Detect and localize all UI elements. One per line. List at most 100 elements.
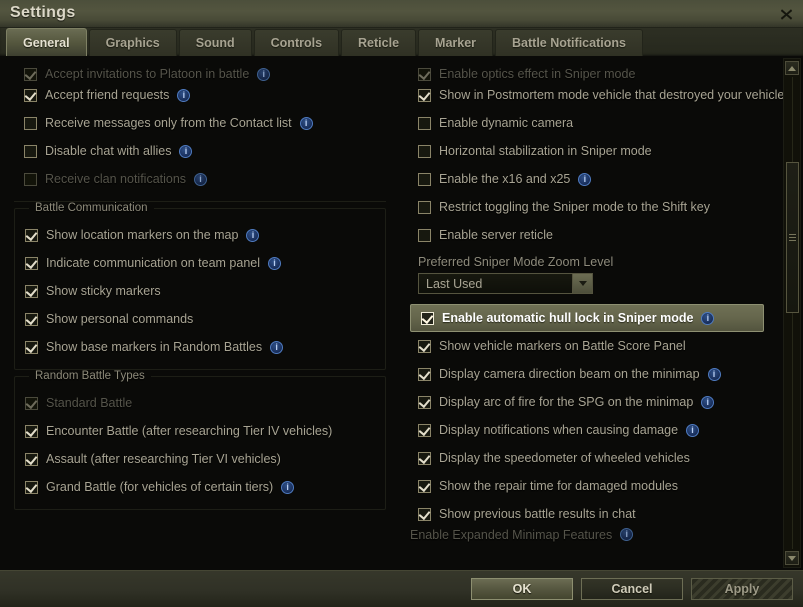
option-indicate-communication-team-panel[interactable]: Indicate communication on team panel i	[15, 249, 385, 277]
option-show-previous-battle-results[interactable]: Show previous battle results in chat	[408, 500, 772, 528]
checkbox[interactable]	[418, 479, 431, 493]
info-icon[interactable]: i	[268, 256, 282, 270]
option-label: Enable Expanded Minimap Features	[410, 528, 613, 542]
checkbox[interactable]	[25, 312, 38, 326]
group-title: Random Battle Types	[29, 370, 151, 382]
option-show-vehicle-markers-score-panel[interactable]: Show vehicle markers on Battle Score Pan…	[408, 332, 772, 360]
chevron-down-icon[interactable]	[572, 274, 592, 293]
option-label: Show in Postmortem mode vehicle that des…	[439, 88, 785, 102]
checkbox[interactable]	[25, 228, 38, 242]
checkbox[interactable]	[25, 424, 38, 438]
checkbox[interactable]	[25, 284, 38, 298]
option-show-sticky-markers[interactable]: Show sticky markers	[15, 277, 385, 305]
close-icon[interactable]	[773, 2, 799, 26]
info-icon[interactable]: i	[620, 528, 634, 541]
checkbox[interactable]	[25, 256, 38, 270]
option-label: Show previous battle results in chat	[439, 507, 636, 521]
ok-button[interactable]: OK	[471, 578, 573, 600]
option-display-damage-notifications[interactable]: Display notifications when causing damag…	[408, 416, 772, 444]
option-standard-battle: Standard Battle	[15, 389, 385, 417]
checkbox	[24, 172, 37, 186]
cancel-button[interactable]: Cancel	[581, 578, 683, 600]
checkbox[interactable]	[25, 452, 38, 466]
checkbox[interactable]	[421, 311, 434, 325]
tab-reticle[interactable]: Reticle	[341, 29, 417, 56]
checkbox[interactable]	[418, 144, 431, 158]
option-accept-friend-requests[interactable]: Accept friend requests i	[14, 81, 386, 109]
info-icon[interactable]: i	[246, 228, 260, 242]
scrollbar-thumb[interactable]	[785, 161, 799, 313]
info-icon[interactable]: i	[299, 116, 313, 130]
checkbox[interactable]	[418, 423, 431, 437]
chevron-up-icon[interactable]	[785, 61, 799, 75]
option-enable-server-reticle[interactable]: Enable server reticle	[408, 221, 772, 249]
checkbox[interactable]	[418, 116, 431, 130]
tab-sound[interactable]: Sound	[178, 29, 252, 56]
option-grand-battle[interactable]: Grand Battle (for vehicles of certain ti…	[15, 473, 385, 501]
option-receive-messages-contacts-only[interactable]: Receive messages only from the Contact l…	[14, 109, 386, 137]
checkbox[interactable]	[24, 144, 37, 158]
option-enable-expanded-minimap-features[interactable]: Enable Expanded Minimap Features i	[408, 528, 772, 550]
checkbox[interactable]	[418, 200, 431, 214]
checkbox[interactable]	[418, 395, 431, 409]
info-icon[interactable]: i	[686, 423, 700, 437]
tab-controls[interactable]: Controls	[253, 29, 340, 56]
option-display-camera-direction-beam[interactable]: Display camera direction beam on the min…	[408, 360, 772, 388]
option-label: Receive clan notifications	[45, 172, 187, 186]
info-icon[interactable]: i	[701, 395, 715, 409]
tab-general[interactable]: General	[6, 28, 87, 56]
checkbox	[25, 396, 38, 410]
option-show-base-markers-random-battles[interactable]: Show base markers in Random Battles i	[15, 333, 385, 361]
tab-label: Reticle	[358, 36, 400, 50]
option-assault-battle[interactable]: Assault (after researching Tier VI vehic…	[15, 445, 385, 473]
battle-communication-group: Battle Communication Show location marke…	[14, 202, 386, 370]
option-label: Standard Battle	[46, 396, 133, 410]
tab-marker[interactable]: Marker	[418, 29, 494, 56]
info-icon[interactable]: i	[194, 172, 208, 186]
info-icon[interactable]: i	[707, 367, 721, 381]
option-restrict-sniper-shift-key[interactable]: Restrict toggling the Sniper mode to the…	[408, 193, 772, 221]
option-enable-x16-x25[interactable]: Enable the x16 and x25 i	[408, 165, 772, 193]
option-show-location-markers[interactable]: Show location markers on the map i	[15, 221, 385, 249]
option-show-personal-commands[interactable]: Show personal commands	[15, 305, 385, 333]
checkbox[interactable]	[418, 88, 431, 102]
checkbox[interactable]	[418, 172, 431, 186]
content-scrollbar[interactable]	[783, 58, 801, 568]
option-label: Display camera direction beam on the min…	[439, 367, 700, 381]
option-automatic-hull-lock[interactable]: Enable automatic hull lock in Sniper mod…	[410, 304, 764, 332]
option-display-speedometer-wheeled[interactable]: Display the speedometer of wheeled vehic…	[408, 444, 772, 472]
info-icon[interactable]: i	[578, 172, 592, 186]
tab-battle-notifications[interactable]: Battle Notifications	[495, 29, 643, 56]
apply-button[interactable]: Apply	[691, 578, 793, 600]
checkbox[interactable]	[24, 116, 37, 130]
chevron-down-icon[interactable]	[785, 551, 799, 565]
checkbox[interactable]	[25, 480, 38, 494]
checkbox[interactable]	[418, 451, 431, 465]
option-label: Indicate communication on team panel	[46, 256, 261, 270]
info-icon[interactable]: i	[281, 480, 295, 494]
checkbox[interactable]	[418, 507, 431, 521]
option-disable-chat-allies[interactable]: Disable chat with allies i	[14, 137, 386, 165]
checkbox[interactable]	[418, 228, 431, 242]
sniper-zoom-level-select[interactable]: Last Used	[418, 273, 593, 294]
info-icon[interactable]: i	[179, 144, 193, 158]
option-display-arc-of-fire-spg[interactable]: Display arc of fire for the SPG on the m…	[408, 388, 772, 416]
option-show-postmortem-destroyer[interactable]: Show in Postmortem mode vehicle that des…	[408, 81, 784, 109]
option-label: Display arc of fire for the SPG on the m…	[439, 395, 694, 409]
info-icon[interactable]: i	[270, 340, 284, 354]
option-enable-dynamic-camera[interactable]: Enable dynamic camera	[408, 109, 772, 137]
info-icon[interactable]: i	[257, 68, 271, 81]
info-icon[interactable]: i	[177, 88, 191, 102]
checkbox[interactable]	[418, 339, 431, 353]
contacts-group: Accept invitations to Platoon in battle …	[14, 60, 386, 202]
scrollbar-track[interactable]	[785, 77, 799, 549]
option-encounter-battle[interactable]: Encounter Battle (after researching Tier…	[15, 417, 385, 445]
option-horizontal-stabilization[interactable]: Horizontal stabilization in Sniper mode	[408, 137, 772, 165]
tab-graphics[interactable]: Graphics	[88, 29, 177, 56]
checkbox[interactable]	[418, 367, 431, 381]
option-show-repair-time[interactable]: Show the repair time for damaged modules	[408, 472, 772, 500]
checkbox[interactable]	[24, 88, 37, 102]
tab-label: Sound	[195, 36, 235, 50]
info-icon[interactable]: i	[701, 311, 715, 325]
checkbox[interactable]	[25, 340, 38, 354]
